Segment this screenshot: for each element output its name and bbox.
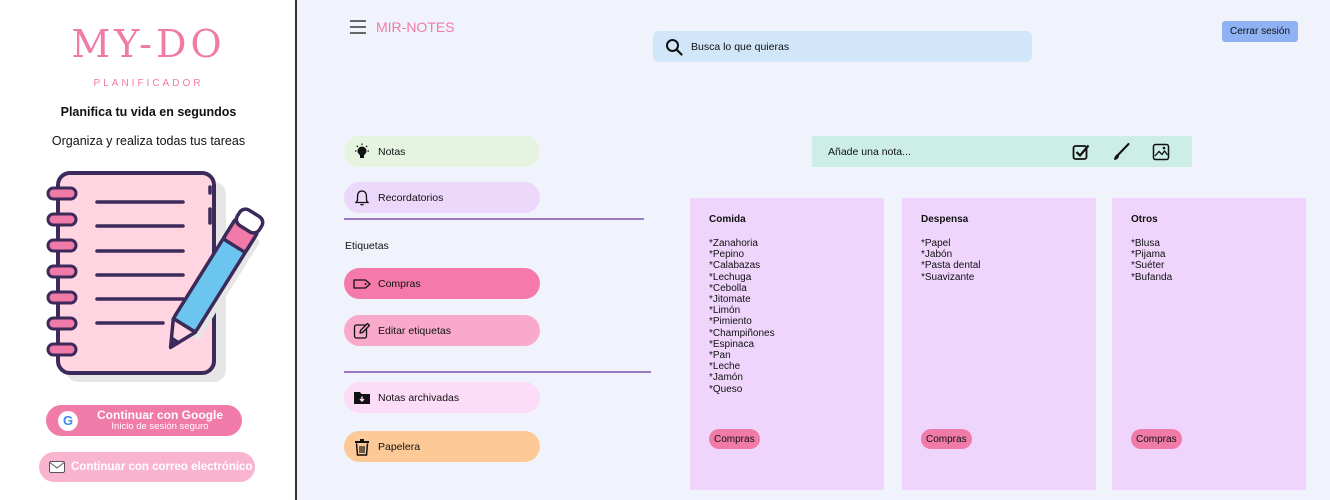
note-item: *Jitomate: [709, 294, 751, 306]
brand-tagline: Planifica tu vida en segundos: [60, 105, 237, 119]
note-item: *Jabón: [921, 249, 953, 261]
note-item: *Zanahoria: [709, 238, 758, 249]
note-items: *Papel *Jabón *Pasta dental *Suavizante: [921, 238, 981, 283]
note-item: *Pepino: [709, 249, 745, 261]
note-item: *Leche: [709, 361, 741, 373]
brand-logo: MY-DO: [71, 22, 226, 66]
note-item: *Calabazas: [709, 260, 761, 272]
note-item: *Lechuga: [709, 271, 752, 283]
nav-edit-labels-label: Editar etiquetas: [378, 324, 451, 337]
nav-archived[interactable]: Notas archivadas: [344, 382, 540, 413]
note-item: *Jamón: [709, 372, 743, 384]
note-item: *Champiñones: [709, 327, 775, 339]
note-items: *Zanahoria *Pepino *Calabazas *Lechuga *…: [709, 238, 775, 395]
hamburger-menu-icon[interactable]: [350, 20, 366, 34]
nav-notes[interactable]: Notas: [344, 136, 540, 167]
nav-divider: [344, 371, 651, 373]
note-tag[interactable]: Compras: [921, 429, 972, 449]
note-tag[interactable]: Compras: [1131, 429, 1182, 449]
nav-reminders[interactable]: Recordatorios: [344, 182, 540, 213]
note-items: *Blusa *Pijama *Suéter *Bufanda: [1131, 238, 1172, 283]
note-item: *Bufanda: [1131, 271, 1173, 283]
search-bar[interactable]: [653, 31, 1032, 62]
note-item: *Papel: [921, 238, 951, 249]
bell-icon: [354, 189, 370, 206]
search-icon: [666, 38, 683, 56]
brand-subtitle: PLANIFICADOR: [93, 78, 204, 89]
label-tag-icon: [353, 278, 371, 289]
google-icon: G: [58, 410, 78, 431]
archive-folder-icon: [354, 391, 370, 404]
google-login-button[interactable]: G Continuar con Google Inicio de sesión …: [46, 405, 242, 436]
note-title: Despensa: [921, 214, 969, 225]
google-login-label: Continuar con Google: [97, 408, 223, 423]
add-note-bar[interactable]: Añade una nota...: [812, 136, 1192, 167]
nav-divider: [344, 218, 644, 220]
nav-edit-labels[interactable]: Editar etiquetas: [344, 315, 540, 346]
note-title: Comida: [709, 214, 746, 225]
mail-icon: [49, 461, 65, 473]
checkbox-icon[interactable]: [1072, 143, 1090, 161]
edit-pencil-icon: [353, 322, 371, 339]
note-item: *Blusa: [1131, 238, 1160, 249]
image-icon[interactable]: [1152, 143, 1170, 161]
nav-trash[interactable]: Papelera: [344, 431, 540, 462]
note-item: *Suéter: [1131, 260, 1165, 272]
nav-label-compras-label: Compras: [378, 277, 421, 290]
trash-icon: [355, 438, 369, 456]
note-title: Otros: [1131, 214, 1158, 225]
search-input[interactable]: [691, 40, 991, 53]
logout-button[interactable]: Cerrar sesión: [1222, 21, 1298, 42]
nav-archived-label: Notas archivadas: [378, 391, 460, 404]
google-login-sublabel: Inicio de sesión seguro: [111, 420, 209, 432]
note-item: *Pasta dental: [921, 260, 981, 272]
note-card-despensa[interactable]: Despensa *Papel *Jabón *Pasta dental *Su…: [902, 198, 1096, 490]
note-item: *Espinaca: [709, 338, 755, 350]
brand-panel: MY-DO PLANIFICADOR Planifica tu vida en …: [0, 0, 297, 500]
notebook-illustration: [46, 171, 265, 382]
brush-icon[interactable]: [1112, 142, 1130, 161]
note-card-comida[interactable]: Comida *Zanahoria *Pepino *Calabazas *Le…: [690, 198, 884, 490]
note-item: *Limón: [709, 305, 741, 317]
email-login-button[interactable]: Continuar con correo electrónico: [39, 452, 255, 482]
app-title: MIR-NOTES: [376, 19, 455, 35]
note-item: *Pan: [709, 350, 731, 362]
note-item: *Queso: [709, 383, 743, 395]
note-item: *Suavizante: [921, 271, 975, 283]
note-item: *Cebolla: [709, 282, 747, 294]
note-tag[interactable]: Compras: [709, 429, 760, 449]
nav-notes-label: Notas: [378, 145, 406, 158]
nav-trash-label: Papelera: [378, 440, 421, 453]
nav-reminders-label: Recordatorios: [378, 191, 444, 204]
lightbulb-icon: [355, 143, 369, 158]
brand-description: Organiza y realiza todas tus tareas: [51, 134, 246, 148]
add-note-placeholder[interactable]: Añade una nota...: [828, 146, 1072, 158]
email-login-label: Continuar con correo electrónico: [71, 461, 253, 473]
note-item: *Pijama: [1131, 249, 1166, 261]
nav-label-compras[interactable]: Compras: [344, 268, 540, 299]
note-item: *Pimiento: [709, 316, 752, 328]
labels-heading: Etiquetas: [345, 240, 389, 252]
note-card-otros[interactable]: Otros *Blusa *Pijama *Suéter *Bufanda Co…: [1112, 198, 1306, 490]
